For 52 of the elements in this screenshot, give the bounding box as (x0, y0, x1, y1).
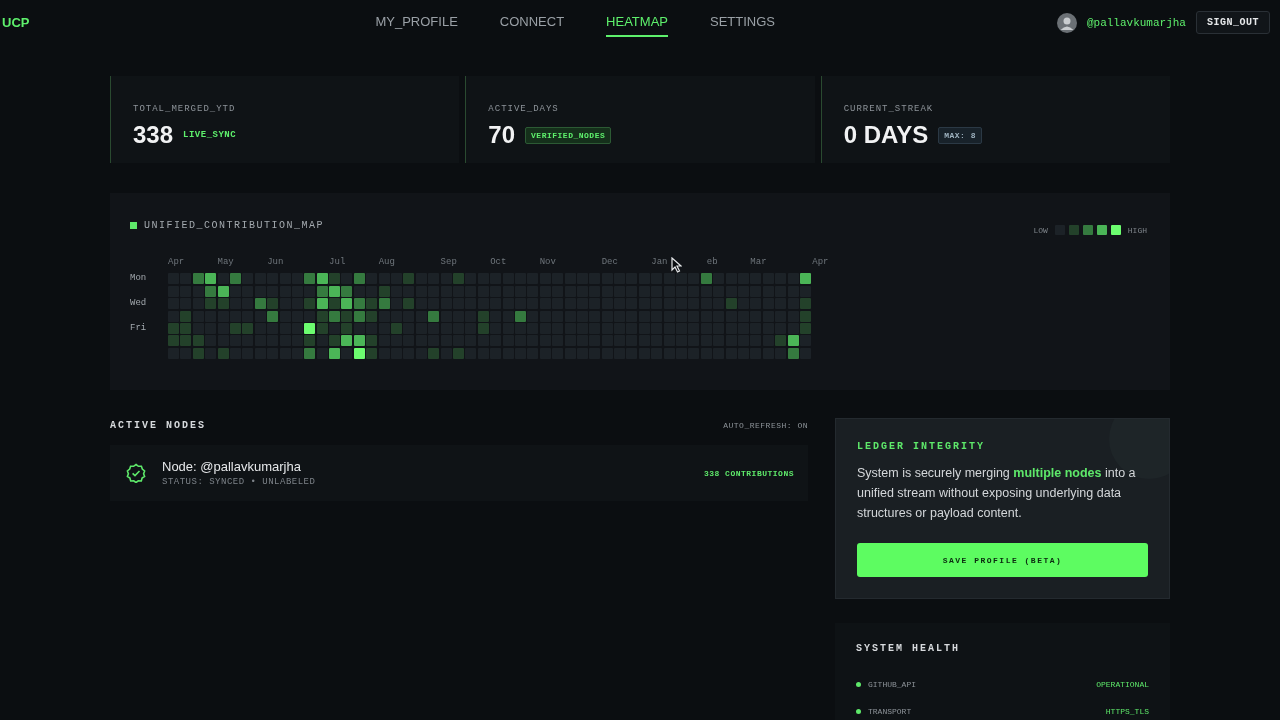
health-item-value: OPERATIONAL (1096, 680, 1149, 689)
month-label: Aug (378, 258, 396, 269)
month-label: Jul (329, 258, 347, 269)
month-label: May (217, 258, 235, 269)
stat-value: 70 (488, 121, 516, 149)
node-status: STATUS: SYNCED • UNLABELED (162, 477, 316, 487)
ledger-description: System is securely merging multiple nodes into a unified stream without exposing underlying data structures or payload content. (857, 465, 1137, 522)
legend-label: HIGH (1127, 225, 1147, 235)
stat-title: TOTAL_MERGED_YTD (133, 104, 236, 114)
legend-label: LOW (1033, 225, 1048, 235)
month-label: Nov (539, 258, 557, 269)
logo[interactable]: UCP (2, 15, 30, 30)
card-title: SYSTEM HEALTH (856, 643, 961, 654)
health-item-name: GITHUB_API (868, 680, 916, 689)
sign-out-button[interactable]: SIGN_OUT (1196, 11, 1270, 34)
month-label: Sep (440, 258, 458, 269)
status-label: LIVE_SYNC (183, 129, 238, 142)
stat-title: CURRENT_STREAK (843, 104, 934, 114)
card-title: LEDGER INTEGRITY (857, 441, 986, 452)
nav-tab[interactable]: MY_PROFILE (375, 8, 458, 37)
health-item-value: HTTPS_TLS (1105, 707, 1149, 716)
month-label: Jan (651, 258, 669, 269)
health-item-name: TRANSPORT (868, 707, 912, 716)
title-marker-icon (130, 221, 137, 229)
contribution-count: 338 CONTRIBUTIONS (703, 468, 794, 478)
month-label: Dec (601, 258, 619, 269)
month-label: Mar (750, 258, 768, 269)
nav-tab[interactable]: HEATMAP (606, 8, 668, 37)
badge: VERIFIED_NODES (525, 126, 612, 144)
avatar-icon[interactable] (1056, 12, 1077, 33)
nav-tab[interactable]: CONNECT (499, 8, 565, 37)
node-name: Node: @pallavkumarjha (162, 459, 302, 474)
day-label: Fri (130, 322, 148, 334)
verified-badge-icon (126, 463, 146, 483)
month-label: eb (705, 258, 719, 269)
stat-value: 338 (133, 121, 174, 149)
month-label: Apr (168, 258, 186, 269)
save-profile-button[interactable]: SAVE PROFILE (BETA) (857, 543, 1148, 577)
badge: MAX: 8 (938, 126, 982, 144)
nav-tab[interactable]: SETTINGS (710, 8, 775, 37)
day-label: Wed (130, 298, 148, 310)
stat-title: ACTIVE_DAYS (488, 104, 559, 114)
section-title: ACTIVE NODES (110, 420, 206, 431)
month-label: Oct (490, 258, 508, 269)
username[interactable]: @pallavkumarjha (1086, 16, 1186, 29)
pointer-cursor-icon (671, 257, 682, 273)
stat-value: 0 DAYS (843, 121, 929, 149)
month-label: Apr (812, 258, 830, 269)
heatmap-title: UNIFIED_CONTRIBUTION_MAP (144, 219, 325, 231)
auto-refresh-status: AUTO_REFRESH: ON (723, 421, 808, 430)
month-label: Jun (267, 258, 285, 269)
day-label: Mon (130, 273, 148, 285)
